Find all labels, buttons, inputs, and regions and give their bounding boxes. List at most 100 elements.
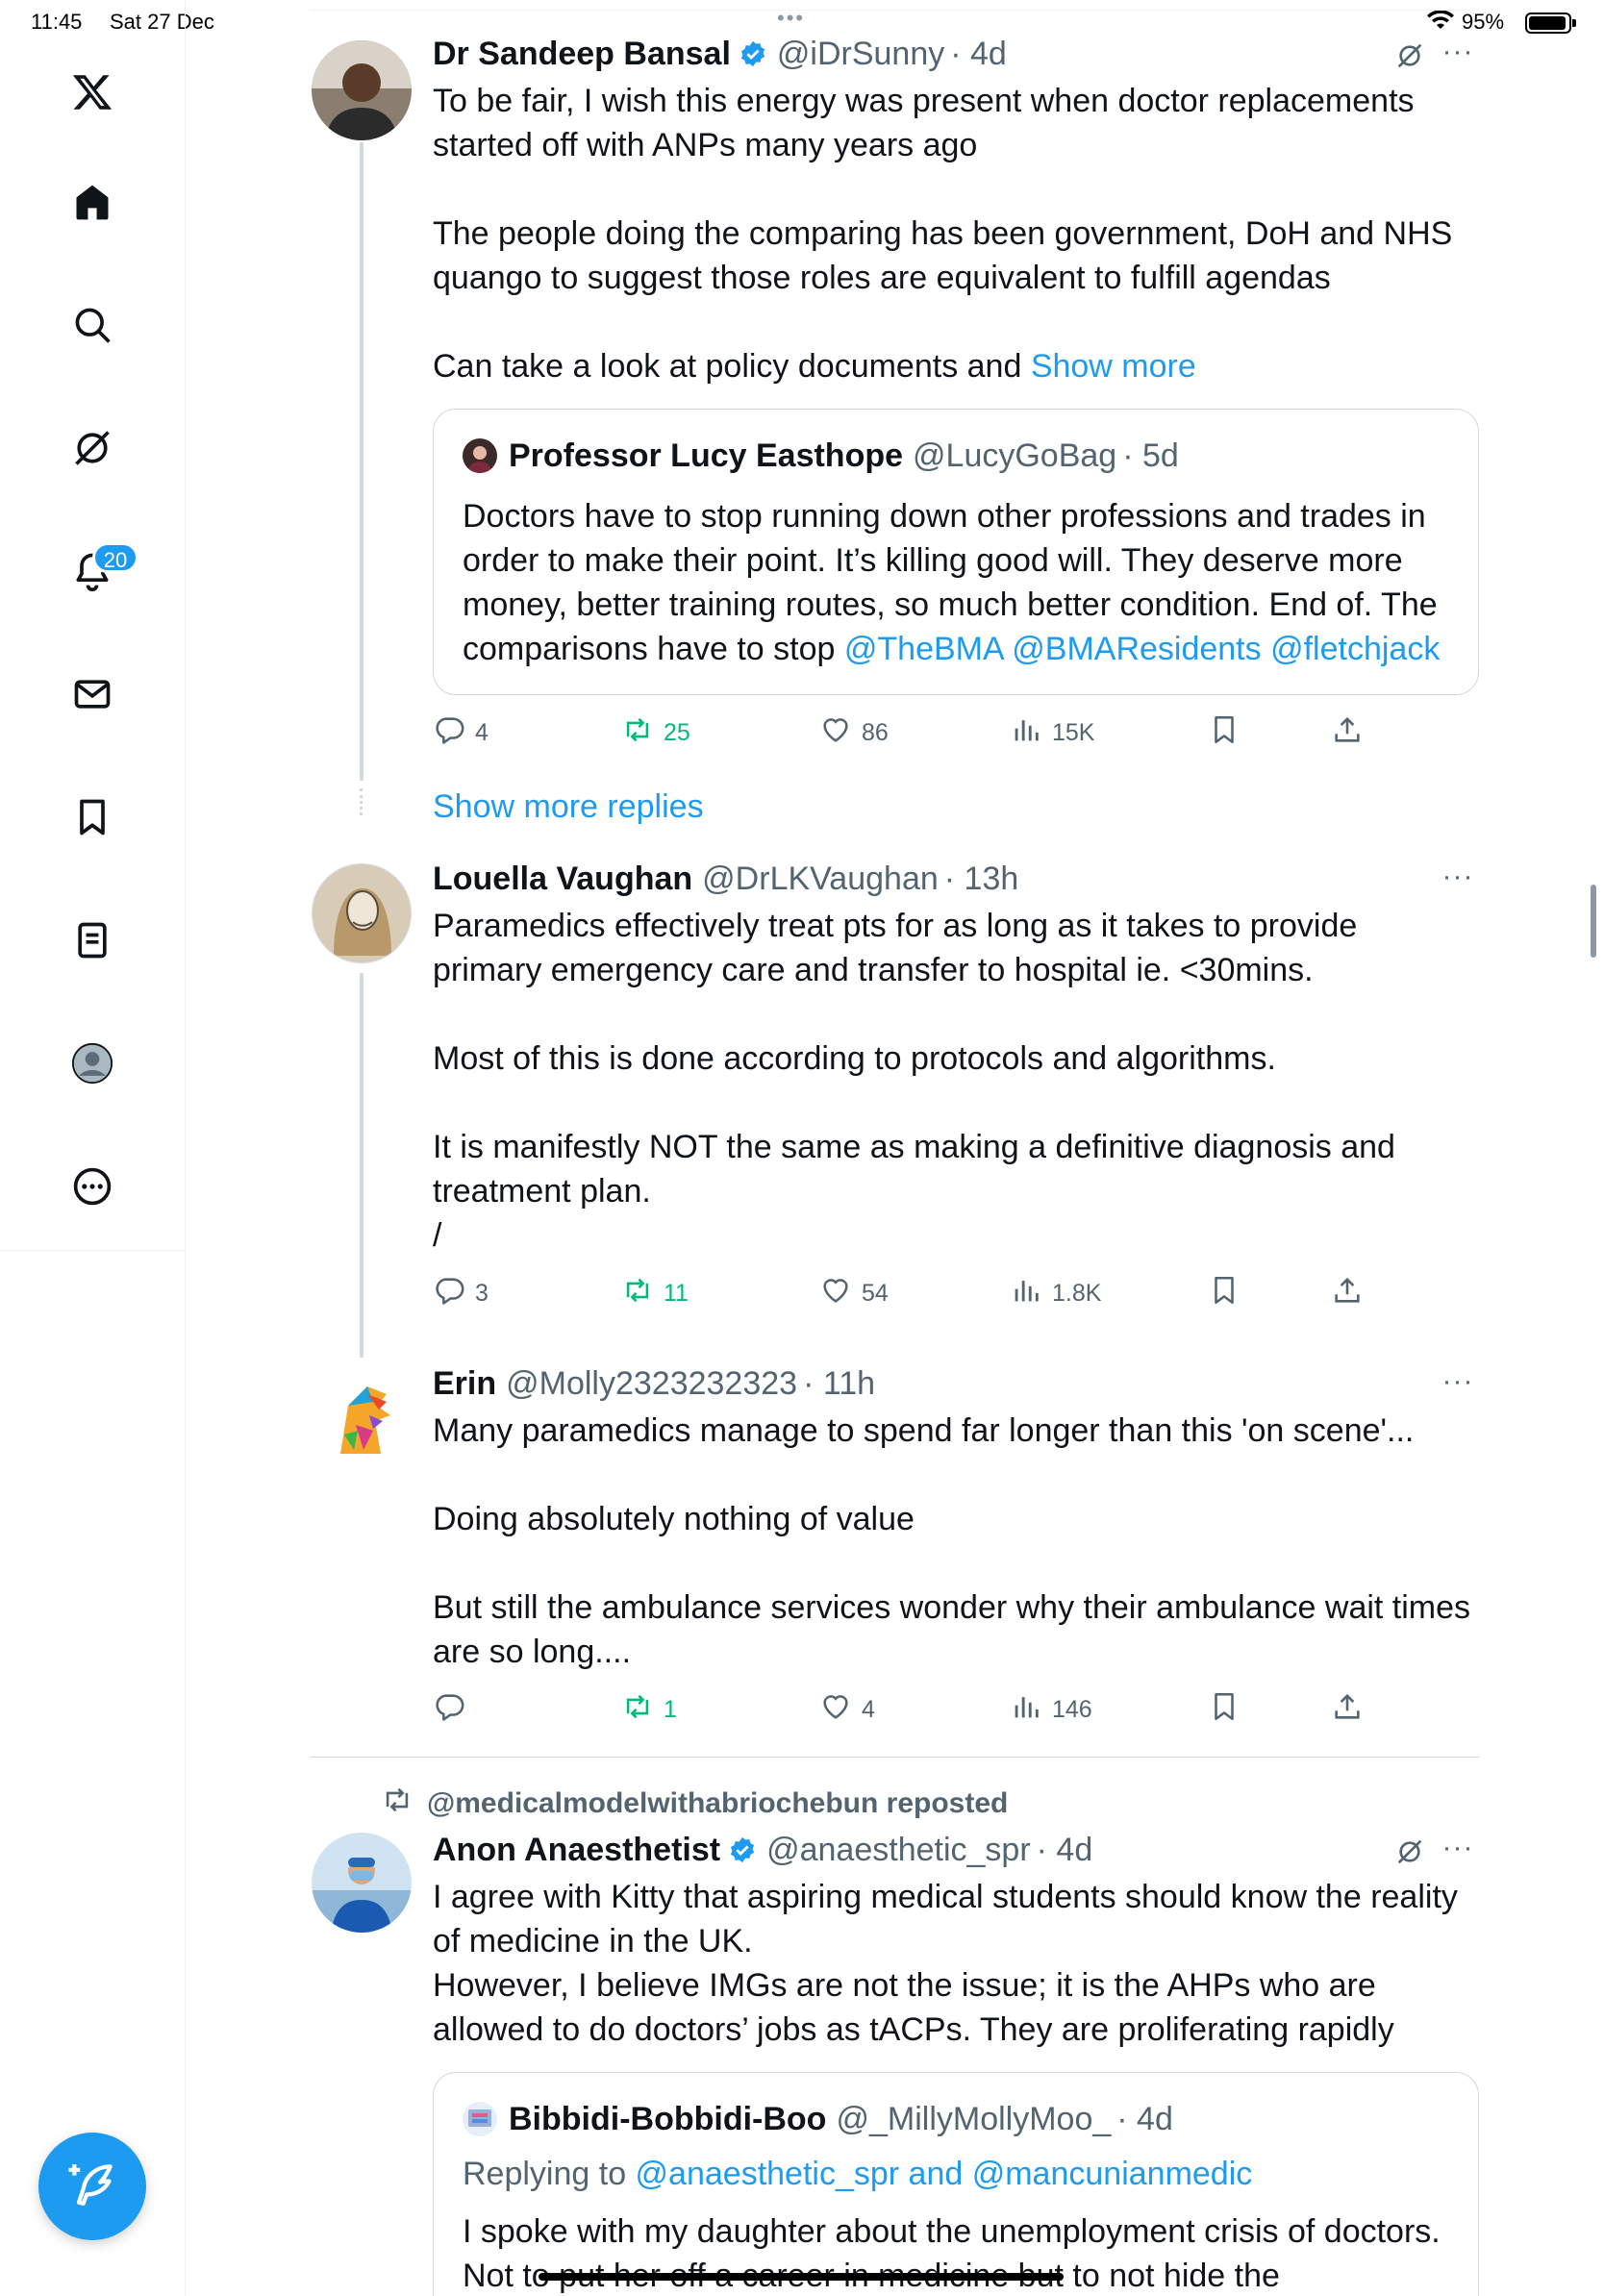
bookmark-icon: [1208, 713, 1250, 753]
quote-author-name[interactable]: Bibbidi-Bobbidi-Boo: [509, 2101, 826, 2138]
home-icon[interactable]: [63, 173, 121, 231]
more-options-icon[interactable]: ···: [1437, 862, 1479, 896]
compose-feather-icon: [65, 2158, 119, 2216]
share-button[interactable]: [1331, 1688, 1373, 1731]
heart-icon: [819, 1690, 862, 1730]
quote-avatar[interactable]: [463, 438, 497, 473]
bookmark-button[interactable]: [1208, 1272, 1250, 1314]
replying-to-prefix: Replying to: [463, 2156, 636, 2192]
quote-text: Doctors have to stop running down other …: [463, 494, 1463, 671]
quote-tweet[interactable]: Professor Lucy Easthope @LucyGoBag · 5d …: [433, 409, 1479, 695]
grok-icon[interactable]: [63, 419, 121, 477]
notification-badge: 20: [92, 542, 138, 573]
tweet-text: Paramedics effectively treat pts for as …: [433, 908, 1395, 1254]
views-count: 15K: [1052, 718, 1095, 746]
avatar[interactable]: [312, 1367, 412, 1467]
bookmark-button[interactable]: [1208, 711, 1250, 754]
thread-line-dotted: [360, 788, 363, 815]
quote-author-handle[interactable]: @_MillyMollyMoo_: [836, 2101, 1111, 2138]
verified-badge-icon: [728, 1835, 757, 1864]
avatar[interactable]: [312, 40, 412, 140]
repost-button[interactable]: 11: [621, 1272, 689, 1314]
more-options-icon[interactable]: ···: [1437, 37, 1479, 71]
reply-button[interactable]: 4: [433, 711, 489, 754]
views-chart-icon: [1010, 713, 1052, 753]
avatar[interactable]: [312, 1833, 412, 1933]
tweet-actions: 1 4 146: [433, 1688, 1471, 1731]
like-button[interactable]: 86: [819, 711, 889, 754]
author-handle[interactable]: @Molly2323232323: [506, 1365, 797, 1403]
views-button[interactable]: 146: [1010, 1688, 1092, 1731]
profile-avatar-icon[interactable]: [63, 1035, 121, 1092]
show-more-replies-link[interactable]: Show more replies: [433, 788, 704, 826]
views-button[interactable]: 1.8K: [1010, 1272, 1101, 1314]
tweet-time[interactable]: · 13h: [944, 861, 1019, 898]
quote-avatar[interactable]: [463, 2102, 497, 2136]
repost-icon: [621, 1690, 664, 1730]
more-options-icon[interactable]: ···: [1437, 1367, 1479, 1401]
author-name[interactable]: Anon Anaesthetist: [433, 1832, 720, 1869]
battery-icon: [1525, 12, 1576, 34]
views-chart-icon: [1010, 1274, 1052, 1313]
quote-author-handle[interactable]: @LucyGoBag: [913, 437, 1116, 475]
x-logo-icon[interactable]: [63, 63, 121, 121]
show-more-link[interactable]: Show more: [1031, 348, 1196, 385]
mention-link[interactable]: @fletchjack: [1270, 631, 1440, 667]
like-button[interactable]: 54: [819, 1272, 889, 1314]
top-divider: [310, 10, 1479, 11]
reply-button[interactable]: [433, 1688, 475, 1731]
repost-count: 1: [664, 1695, 677, 1723]
tweet-actions: 3 11 54 1.8K: [433, 1272, 1471, 1314]
like-button[interactable]: 4: [819, 1688, 875, 1731]
quote-header: Professor Lucy Easthope @LucyGoBag · 5d: [463, 437, 1179, 475]
grok-explain-icon[interactable]: [1394, 1836, 1425, 1867]
lists-icon[interactable]: [63, 911, 121, 969]
author-name[interactable]: Dr Sandeep Bansal: [433, 36, 731, 73]
scrollbar[interactable]: [1591, 885, 1596, 958]
tweet-text: I agree with Kitty that aspiring medical…: [433, 1879, 1458, 2048]
mention-link[interactable]: @BMAResidents: [1012, 631, 1261, 667]
share-button[interactable]: [1331, 1272, 1373, 1314]
tweet-time[interactable]: · 4d: [950, 36, 1007, 73]
reposted-by-label: @medicalmodelwithabriochebun reposted: [427, 1787, 1009, 1819]
mention-link[interactable]: @TheBMA: [844, 631, 1003, 667]
bookmarks-icon[interactable]: [63, 788, 121, 846]
replying-to: Replying to @anaesthetic_spr and @mancun…: [463, 2152, 1463, 2196]
views-button[interactable]: 15K: [1010, 711, 1094, 754]
reply-icon: [433, 1690, 475, 1730]
share-button[interactable]: [1331, 711, 1373, 754]
tweet-separator: [310, 1757, 1479, 1758]
messages-envelope-icon[interactable]: [63, 665, 121, 723]
search-icon[interactable]: [63, 296, 121, 354]
reply-icon: [433, 1274, 475, 1313]
bookmark-button[interactable]: [1208, 1688, 1250, 1731]
repost-context[interactable]: @medicalmodelwithabriochebun reposted: [381, 1784, 1008, 1823]
compose-button[interactable]: [38, 2133, 146, 2240]
reply-count: 4: [475, 718, 489, 746]
quote-author-name[interactable]: Professor Lucy Easthope: [509, 437, 903, 475]
quote-time: · 4d: [1116, 2100, 1173, 2137]
tweet-time[interactable]: · 4d: [1037, 1832, 1093, 1869]
author-handle[interactable]: @DrLKVaughan: [702, 861, 939, 898]
quote-tweet[interactable]: Bibbidi-Bobbidi-Boo @_MillyMollyMoo_ · 4…: [433, 2072, 1479, 2296]
tweet-header: Dr Sandeep Bansal @iDrSunny · 4d: [433, 35, 1007, 73]
author-handle[interactable]: @iDrSunny: [777, 36, 944, 73]
tweet-time[interactable]: · 11h: [803, 1365, 875, 1403]
repost-button[interactable]: 25: [621, 711, 690, 754]
replying-to-link[interactable]: @anaesthetic_spr and @mancunianmedic: [636, 2156, 1253, 2192]
thread-line: [360, 973, 363, 1358]
reply-button[interactable]: 3: [433, 1272, 489, 1314]
repost-icon: [381, 1784, 427, 1824]
more-circle-icon[interactable]: [63, 1158, 121, 1215]
author-name[interactable]: Erin: [433, 1365, 496, 1403]
repost-button[interactable]: 1: [621, 1688, 677, 1731]
grok-explain-icon[interactable]: [1394, 40, 1425, 71]
avatar[interactable]: [312, 863, 412, 963]
quote-text: I spoke with my daughter about the unemp…: [463, 2213, 1441, 2294]
tweet-body: To be fair, I wish this energy was prese…: [433, 83, 1453, 385]
author-name[interactable]: Louella Vaughan: [433, 861, 692, 898]
home-indicator[interactable]: [539, 2273, 1064, 2281]
share-icon: [1331, 1690, 1373, 1730]
author-handle[interactable]: @anaesthetic_spr: [766, 1832, 1031, 1869]
more-options-icon[interactable]: ···: [1437, 1834, 1479, 1867]
